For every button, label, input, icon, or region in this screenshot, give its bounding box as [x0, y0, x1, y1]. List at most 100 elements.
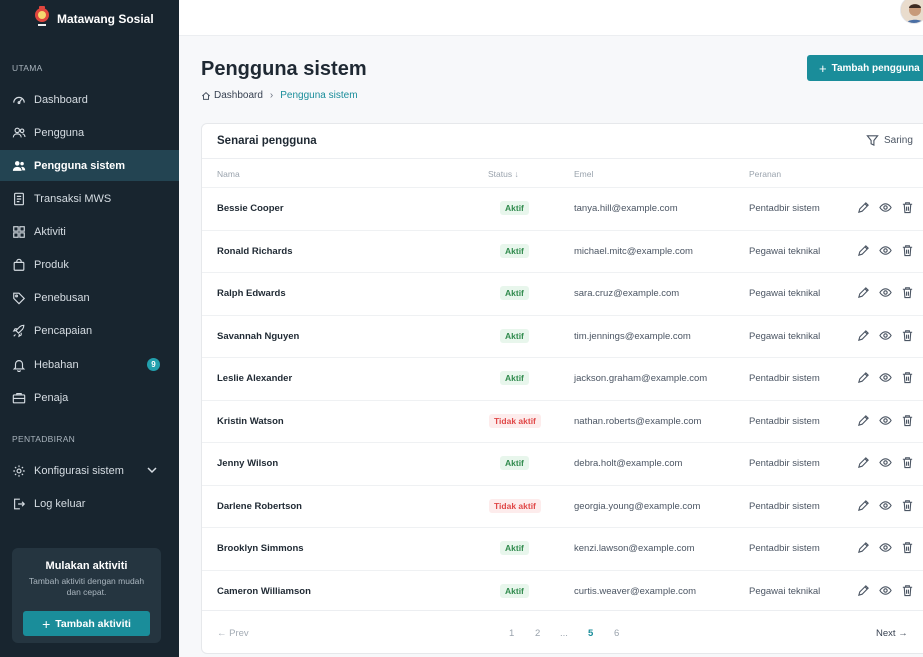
view-icon[interactable] — [879, 541, 892, 559]
table-row[interactable]: Kristin Watson Tidak aktif nathan.roberts@… — [202, 399, 923, 442]
briefcase-icon — [12, 391, 26, 405]
filter-icon — [866, 135, 879, 147]
bell-icon — [12, 358, 26, 372]
sidebar-item-konfigurasi-sistem[interactable]: Konfigurasi sistem — [0, 455, 179, 486]
user-name: Cameron Williamson — [217, 585, 311, 597]
edit-icon[interactable] — [857, 499, 870, 517]
edit-icon[interactable] — [857, 456, 870, 474]
arrow-left-icon: ← — [217, 628, 227, 639]
status-badge: Aktif — [500, 328, 529, 343]
users-icon — [12, 126, 26, 140]
sidebar-item-label: Pengguna — [34, 126, 85, 139]
view-icon[interactable] — [879, 286, 892, 304]
sidebar-item-penaja[interactable]: Penaja — [0, 382, 179, 413]
edit-icon[interactable] — [857, 414, 870, 432]
edit-icon[interactable] — [857, 201, 870, 219]
system-users-icon — [12, 159, 26, 173]
sidebar-item-aktiviti[interactable]: Aktiviti — [0, 216, 179, 247]
add-user-button[interactable]: + Tambah pengguna — [807, 55, 923, 81]
view-icon[interactable] — [879, 329, 892, 347]
sidebar-item-dashboard[interactable]: Dashboard — [0, 84, 179, 115]
sidebar-item-pencapaian[interactable]: Pencapaian — [0, 315, 179, 346]
sidebar-item-label: Penaja — [34, 391, 69, 404]
delete-icon[interactable] — [901, 329, 914, 347]
delete-icon[interactable] — [901, 371, 914, 389]
row-actions — [857, 499, 914, 517]
receipt-icon — [12, 192, 26, 206]
user-email: georgia.young@example.com — [574, 500, 701, 512]
edit-icon[interactable] — [857, 584, 870, 602]
table-row[interactable]: Bessie Cooper Aktif tanya.hill@example.com… — [202, 187, 923, 229]
delete-icon[interactable] — [901, 414, 914, 432]
sidebar-item-pengguna-sistem[interactable]: Pengguna sistem — [0, 150, 179, 181]
sidebar-item-penebusan[interactable]: Penebusan — [0, 282, 179, 313]
view-icon[interactable] — [879, 414, 892, 432]
view-icon[interactable] — [879, 499, 892, 517]
next-page-button[interactable]: Next → — [876, 628, 908, 639]
table-row[interactable]: Ronald Richards Aktif michael.mitc@example… — [202, 229, 923, 272]
page-6-button[interactable]: 6 — [614, 628, 619, 639]
table-row[interactable]: Jenny Wilson Aktif debra.holt@example.com P… — [202, 442, 923, 484]
sidebar-item-log-keluar[interactable]: Log keluar — [0, 488, 179, 519]
edit-icon[interactable] — [857, 541, 870, 559]
chevron-down-icon[interactable] — [146, 464, 158, 476]
sidebar-item-hebahan[interactable]: Hebahan 9 — [0, 349, 179, 380]
brand[interactable]: Matawang Sosial — [0, 0, 179, 36]
user-role: Pegawai teknikal — [749, 245, 821, 257]
view-icon[interactable] — [879, 584, 892, 602]
delete-icon[interactable] — [901, 456, 914, 474]
table-row[interactable]: Darlene Robertson Tidak aktif georgia.youn… — [202, 484, 923, 527]
divider — [202, 158, 923, 159]
add-activity-button[interactable]: + Tambah aktiviti — [23, 611, 150, 636]
user-email: tanya.hill@example.com — [574, 203, 678, 214]
edit-icon[interactable] — [857, 244, 870, 262]
page-ellipsis: ... — [560, 628, 568, 639]
table-row[interactable]: Savannah Nguyen Aktif tim.jennings@example… — [202, 314, 923, 357]
breadcrumb-current: Pengguna sistem — [280, 90, 358, 101]
view-icon[interactable] — [879, 456, 892, 474]
user-email: michael.mitc@example.com — [574, 245, 693, 257]
view-icon[interactable] — [879, 201, 892, 219]
user-email: nathan.roberts@example.com — [574, 415, 702, 427]
table-row[interactable]: Cameron Williamson Aktif curtis.weaver@exa… — [202, 569, 923, 612]
table-row[interactable]: Leslie Alexander Aktif jackson.graham@exam… — [202, 357, 923, 399]
edit-icon[interactable] — [857, 329, 870, 347]
sidebar-item-transaksi-mws[interactable]: Transaksi MWS — [0, 183, 179, 214]
user-email: jackson.graham@example.com — [574, 373, 708, 384]
brand-name: Matawang Sosial — [57, 12, 154, 26]
next-label: Next — [876, 628, 896, 639]
delete-icon[interactable] — [901, 244, 914, 262]
home-icon — [201, 91, 211, 100]
status-badge: Tidak aktif — [489, 498, 541, 513]
sidebar-item-produk[interactable]: Produk — [0, 249, 179, 280]
page-2-button: 2 — [535, 628, 541, 639]
sidebar-item-pengguna[interactable]: Pengguna — [0, 117, 179, 148]
status-badge: Aktif — [500, 371, 529, 385]
user-name: Ralph Edwards — [217, 288, 286, 299]
delete-icon[interactable] — [901, 286, 914, 304]
page-1-button[interactable]: 1 — [509, 628, 514, 639]
table-row[interactable]: Ralph Edwards Aktif sara.cruz@example.com P… — [202, 272, 923, 314]
row-actions — [857, 371, 914, 389]
delete-icon[interactable] — [901, 584, 914, 602]
page-title: Pengguna sistem — [201, 58, 367, 80]
delete-icon[interactable] — [901, 499, 914, 517]
table-row[interactable]: Brooklyn Simmons Aktif kenzi.lawson@exampl… — [202, 527, 923, 569]
avatar[interactable] — [900, 0, 923, 24]
section-label-utama: UTAMA — [12, 63, 43, 73]
view-icon[interactable] — [879, 371, 892, 389]
breadcrumb: Dashboard › Pengguna sistem — [201, 90, 358, 101]
column-header-status[interactable]: Status ↓ — [488, 169, 519, 179]
view-icon[interactable] — [879, 244, 892, 262]
page-5-button[interactable]: 5 — [588, 628, 593, 639]
user-name: Brooklyn Simmons — [217, 543, 304, 554]
edit-icon[interactable] — [857, 286, 870, 304]
status-badge: Aktif — [500, 243, 529, 258]
delete-icon[interactable] — [901, 541, 914, 559]
filter-button[interactable]: Saring — [866, 134, 913, 147]
prev-page-button[interactable]: ← Prev — [217, 628, 249, 639]
row-actions — [857, 541, 914, 559]
edit-icon[interactable] — [857, 371, 870, 389]
breadcrumb-home[interactable]: Dashboard — [214, 90, 263, 101]
delete-icon[interactable] — [901, 201, 914, 219]
